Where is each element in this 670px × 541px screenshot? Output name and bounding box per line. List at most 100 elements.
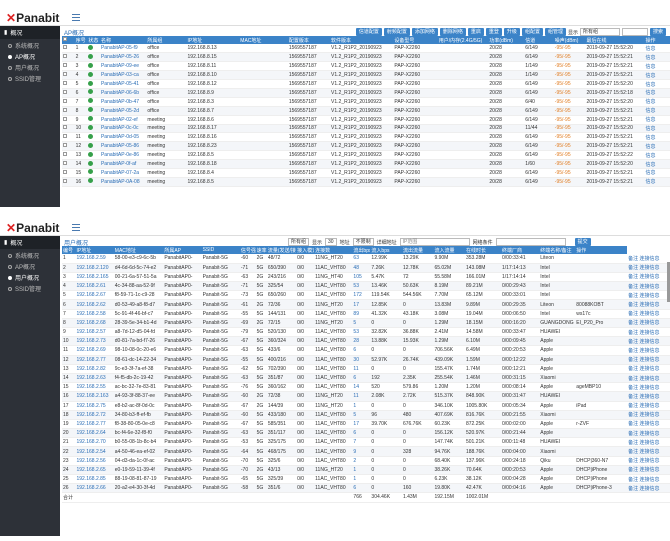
table-row[interactable]: 8 192.168.2.68 28-39-5e-34-b1-4d PanabitAP0… bbox=[62, 318, 670, 329]
info-link[interactable]: 信息 bbox=[644, 124, 670, 134]
table-row[interactable]: 18 192.168.2.72 34-80-b3-ff-ef-fb PanabitAP… bbox=[62, 410, 670, 420]
table-row[interactable]: 6 192.168.2.62 d0-53-49-a8-f8-d7 PanabitAP0… bbox=[62, 299, 670, 310]
table-row[interactable]: 13 192.168.2.82 9c-e3-3f-7a-ef-38 PanabitAP… bbox=[62, 364, 670, 374]
checkbox[interactable] bbox=[63, 37, 67, 41]
ip-link[interactable]: 192.168.2.62 bbox=[75, 299, 114, 310]
ip-link[interactable]: 192.168.2.57 bbox=[75, 327, 114, 338]
table-row[interactable]: 22 192.168.2.54 a4-50-46-ea-ef-02 PanabitAP… bbox=[62, 446, 670, 457]
band-select[interactable]: 不限制 bbox=[352, 238, 374, 246]
table-row[interactable]: 16 PanabitAP-0A-08 meeting 192.168.8.5 15695… bbox=[62, 177, 670, 187]
group-select[interactable]: 所有组 bbox=[288, 238, 310, 246]
row-checkbox-cell[interactable] bbox=[62, 115, 75, 125]
group-select[interactable]: 所有组 bbox=[579, 28, 620, 36]
table-row[interactable]: 7 PanabitAP-0b-47 office 192.168.8.3 1569557… bbox=[62, 97, 670, 107]
sidebar-head[interactable]: ▮ 概况 bbox=[0, 236, 60, 249]
table-row[interactable]: 11 PanabitAP-0d-05 meeting 192.168.8.16 1569… bbox=[62, 132, 670, 143]
sidebar-head[interactable]: ▮ 概况 bbox=[0, 26, 60, 39]
sidebar-item-system[interactable]: 系统概况 bbox=[0, 249, 60, 260]
connections-link[interactable]: 28 bbox=[352, 336, 371, 347]
toolbar-button-8[interactable]: 组管理 bbox=[544, 28, 566, 36]
connections-link[interactable]: 11 bbox=[352, 391, 371, 402]
ip-link[interactable]: 192.168.2.64 bbox=[75, 428, 114, 439]
table-row[interactable]: 12 PanabitAP-05-86 meeting 192.168.8.23 1569… bbox=[62, 141, 670, 152]
table-row[interactable]: 16 192.168.2.163 a4-93-3f-88-37-ee PanabitA… bbox=[62, 391, 670, 402]
ap-name-link[interactable]: PanabitAP-05-26 bbox=[99, 52, 147, 63]
action-links[interactable]: 备注 连接信息 bbox=[627, 474, 670, 485]
ip-link[interactable]: 192.168.2.77 bbox=[75, 355, 114, 365]
connections-link[interactable]: 17 bbox=[352, 419, 371, 430]
action-links[interactable]: 备注 连接信息 bbox=[627, 327, 670, 338]
checkbox[interactable] bbox=[63, 45, 67, 50]
table-row[interactable]: 15 192.168.2.55 ac-bc-32-7e-83-81 PanabitAP… bbox=[62, 382, 670, 393]
ip-link[interactable]: 192.168.2.82 bbox=[75, 364, 114, 374]
ip-link[interactable]: 192.168.2.85 bbox=[75, 474, 114, 485]
action-links[interactable]: 备注 连接信息 bbox=[627, 373, 670, 384]
action-links[interactable]: 备注 连接信息 bbox=[627, 309, 670, 319]
connections-link[interactable]: 2 bbox=[352, 456, 371, 466]
table-row[interactable]: 15 PanabitAP-07-2a meeting 192.168.8.4 15695… bbox=[62, 168, 670, 178]
show-select[interactable]: 30 bbox=[325, 238, 337, 246]
action-links[interactable]: 备注 连接信息 bbox=[627, 446, 670, 457]
info-link[interactable]: 信息 bbox=[644, 177, 670, 187]
sidebar-item-users[interactable]: 用户概况 bbox=[0, 271, 60, 282]
ip-link[interactable]: 192.168.2.70 bbox=[75, 437, 114, 448]
checkbox[interactable] bbox=[63, 169, 67, 174]
table-row[interactable]: 4 PanabitAP-03-ca office 192.168.8.10 156955… bbox=[62, 70, 670, 81]
action-links[interactable]: 备注 连接信息 bbox=[627, 345, 670, 356]
ip-link[interactable]: 192.168.2.75 bbox=[75, 401, 114, 411]
checkbox[interactable] bbox=[63, 54, 67, 59]
row-checkbox-cell[interactable] bbox=[62, 44, 75, 54]
ap-name-link[interactable]: PanabitAP-02-ef bbox=[99, 115, 147, 125]
connections-link[interactable]: 6 bbox=[352, 428, 371, 439]
action-links[interactable]: 备注 连接信息 bbox=[627, 419, 670, 430]
connections-link[interactable]: 30 bbox=[352, 355, 371, 365]
ap-name-link[interactable]: PanabitAP-0b-47 bbox=[99, 97, 147, 107]
connections-link[interactable]: 6 bbox=[352, 373, 371, 384]
ip-link[interactable]: 192.168.2.67 bbox=[75, 290, 114, 301]
ap-name-link[interactable]: PanabitAP-0e-86 bbox=[99, 150, 147, 161]
table-row[interactable]: 3 PanabitAP-09-ee office 192.168.8.11 156955… bbox=[62, 61, 670, 72]
row-checkbox-cell[interactable] bbox=[62, 150, 75, 161]
row-checkbox-cell[interactable] bbox=[62, 106, 75, 116]
action-links[interactable]: 备注 连接信息 bbox=[627, 299, 670, 310]
info-link[interactable]: 信息 bbox=[644, 61, 670, 72]
action-links[interactable]: 备注 连接信息 bbox=[627, 281, 670, 292]
ip-link[interactable]: 192.168.2.120 bbox=[75, 263, 114, 273]
ip-input[interactable]: IP范围 bbox=[399, 238, 470, 246]
table-row[interactable]: 1 192.168.2.59 58-00-e3-c9-6c-5b PanabitAP0… bbox=[62, 254, 670, 264]
checkbox[interactable] bbox=[63, 81, 67, 85]
connections-link[interactable]: 5 bbox=[352, 410, 371, 420]
toolbar-button-0[interactable]: 信道配置 bbox=[355, 28, 382, 36]
ap-name-link[interactable]: PanabitAP-03-ca bbox=[99, 70, 147, 81]
toolbar-button-2[interactable]: 添加网络 bbox=[411, 28, 438, 36]
table-row[interactable]: 21 192.168.2.70 b0-55-08-1b-8c-b4 PanabitAP… bbox=[62, 437, 670, 448]
action-links[interactable]: 备注 连接信息 bbox=[627, 483, 670, 494]
header-checkbox-cell[interactable] bbox=[62, 36, 75, 44]
info-link[interactable]: 信息 bbox=[644, 88, 670, 98]
row-checkbox-cell[interactable] bbox=[62, 141, 75, 152]
info-link[interactable]: 信息 bbox=[644, 44, 670, 54]
toolbar-button-1[interactable]: 射频配置 bbox=[383, 28, 410, 36]
toolbar-button-4[interactable]: 重启 bbox=[467, 28, 484, 36]
ip-link[interactable]: 192.168.2.56 bbox=[75, 456, 114, 466]
action-links[interactable]: 备注 连接信息 bbox=[627, 428, 670, 439]
action-links[interactable]: 备注 连接信息 bbox=[627, 263, 670, 273]
sidebar-item-system[interactable]: 系统概况 bbox=[0, 39, 60, 50]
row-checkbox-cell[interactable] bbox=[62, 52, 75, 63]
table-row[interactable]: 6 PanabitAP-06-6b office 192.168.8.9 1569557… bbox=[62, 88, 670, 98]
ip-link[interactable]: 192.168.2.58 bbox=[75, 309, 114, 319]
table-row[interactable]: 9 192.168.2.57 a8-7d-12-d5-04-fd PanabitAP0… bbox=[62, 327, 670, 338]
ip-link[interactable]: 192.168.2.55 bbox=[75, 382, 114, 393]
ap-name-link[interactable]: PanabitAP-0c-0c bbox=[99, 124, 147, 134]
action-links[interactable]: 备注 连接信息 bbox=[627, 254, 670, 264]
ap-name-link[interactable]: PanabitAP-05-86 bbox=[99, 141, 147, 152]
info-link[interactable]: 信息 bbox=[644, 159, 670, 169]
table-row[interactable]: 3 192.168.2.165 00-21-6a-57-51-5a PanabitAP… bbox=[62, 272, 670, 283]
ap-name-link[interactable]: PanabitAP-0f-af bbox=[99, 159, 147, 169]
info-link[interactable]: 信息 bbox=[644, 79, 670, 89]
ap-name-link[interactable]: PanabitAP-0d-05 bbox=[99, 132, 147, 143]
ap-name-link[interactable]: PanabitAP-05-41 bbox=[99, 79, 147, 89]
table-row[interactable]: 14 PanabitAP-0f-af meeting 192.168.8.18 1569… bbox=[62, 159, 670, 169]
sidebar-item-ssid[interactable]: SSID管理 bbox=[0, 72, 60, 83]
submit-button[interactable]: 提交 bbox=[574, 238, 591, 246]
